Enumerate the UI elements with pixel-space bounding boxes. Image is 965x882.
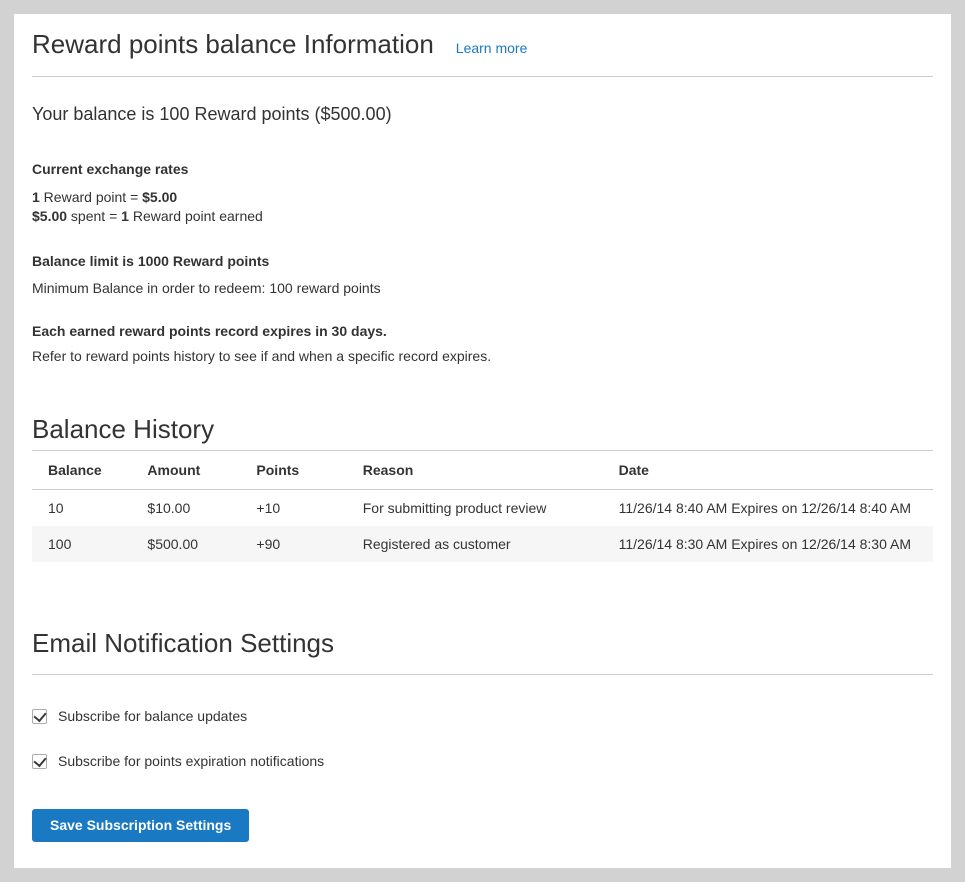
page-title: Reward points balance Information <box>32 29 434 60</box>
cell-reason: Registered as customer <box>353 526 609 562</box>
cell-date: 11/26/14 8:40 AM Expires on 12/26/14 8:4… <box>609 490 933 527</box>
balance-history-table: Balance Amount Points Reason Date 10 $10… <box>32 450 933 562</box>
column-header-balance: Balance <box>32 451 137 490</box>
exchange-rate-line-2: $5.00 spent = 1 Reward point earned <box>32 207 933 226</box>
column-header-points: Points <box>246 451 352 490</box>
column-header-amount: Amount <box>137 451 246 490</box>
cell-points: +10 <box>246 490 352 527</box>
page-header: Reward points balance Information Learn … <box>32 25 933 77</box>
expiry-rule-text: Each earned reward points record expires… <box>32 323 933 339</box>
cell-points: +90 <box>246 526 352 562</box>
reward-points-panel: Reward points balance Information Learn … <box>14 14 951 868</box>
cell-date: 11/26/14 8:30 AM Expires on 12/26/14 8:3… <box>609 526 933 562</box>
cell-reason: For submitting product review <box>353 490 609 527</box>
balance-summary: Your balance is 100 Reward points ($500.… <box>32 104 933 125</box>
email-settings-header: Email Notification Settings <box>32 628 933 675</box>
exchange-rates-heading: Current exchange rates <box>32 161 933 177</box>
exchange-rate-line-1: 1 Reward point = $5.00 <box>32 188 933 207</box>
expiration-notifications-label[interactable]: Subscribe for points expiration notifica… <box>58 753 324 769</box>
expiry-note-text: Refer to reward points history to see if… <box>32 348 933 364</box>
learn-more-link[interactable]: Learn more <box>456 40 528 56</box>
balance-updates-checkbox[interactable] <box>32 709 47 724</box>
column-header-date: Date <box>609 451 933 490</box>
email-settings-title: Email Notification Settings <box>32 628 933 659</box>
balance-limit-text: Balance limit is 1000 Reward points <box>32 253 933 269</box>
cell-balance: 100 <box>32 526 137 562</box>
table-header-row: Balance Amount Points Reason Date <box>32 451 933 490</box>
cell-amount: $10.00 <box>137 490 246 527</box>
save-subscription-settings-button[interactable]: Save Subscription Settings <box>32 809 249 842</box>
expiration-notifications-option: Subscribe for points expiration notifica… <box>32 753 933 769</box>
table-row: 10 $10.00 +10 For submitting product rev… <box>32 490 933 527</box>
exchange-rates: 1 Reward point = $5.00 $5.00 spent = 1 R… <box>32 188 933 226</box>
balance-updates-option: Subscribe for balance updates <box>32 708 933 724</box>
cell-amount: $500.00 <box>137 526 246 562</box>
expiration-notifications-checkbox[interactable] <box>32 754 47 769</box>
cell-balance: 10 <box>32 490 137 527</box>
balance-updates-label[interactable]: Subscribe for balance updates <box>58 708 247 724</box>
minimum-balance-text: Minimum Balance in order to redeem: 100 … <box>32 280 933 296</box>
column-header-reason: Reason <box>353 451 609 490</box>
table-row: 100 $500.00 +90 Registered as customer 1… <box>32 526 933 562</box>
balance-history-title: Balance History <box>32 414 933 445</box>
